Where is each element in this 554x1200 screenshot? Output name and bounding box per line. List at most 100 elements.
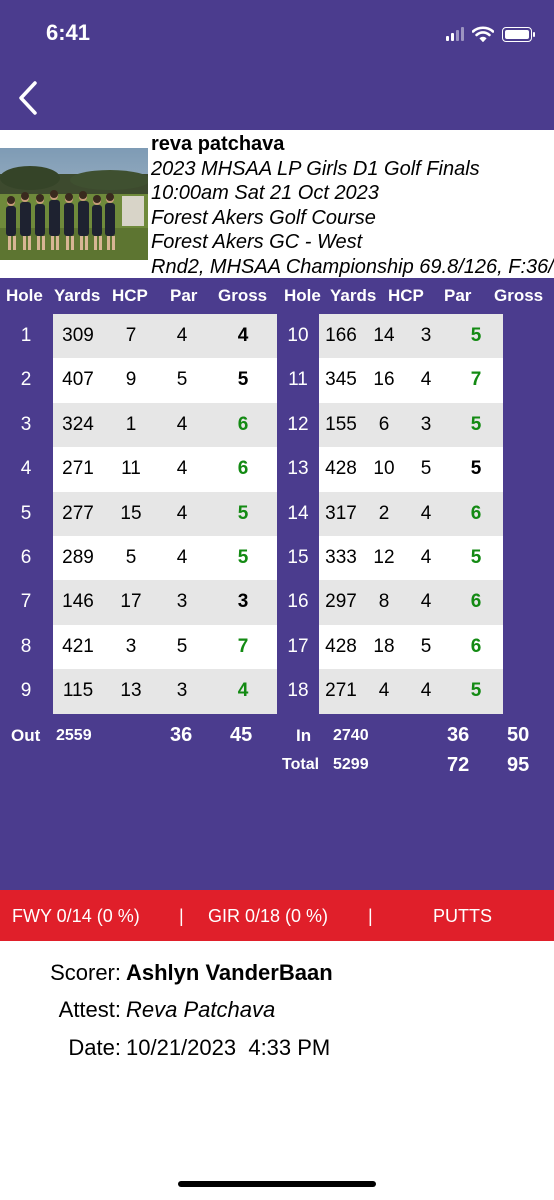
- hole-yards: 421: [62, 635, 94, 657]
- hole-number: 8: [20, 635, 32, 657]
- event-datetime: 10:00am Sat 21 Oct 2023: [151, 182, 379, 204]
- hole-row[interactable]: 271 4 4 5: [319, 669, 503, 714]
- scorecard-signoff: Scorer: Ashlyn VanderBaan Attest: Reva P…: [0, 941, 554, 1200]
- total-gross: 95: [507, 754, 530, 776]
- hole-yards: 166: [325, 325, 357, 346]
- hole-gross: 7: [237, 635, 249, 657]
- hole-yards: 428: [325, 458, 357, 480]
- hole-gross: 5: [237, 502, 249, 524]
- hole-row[interactable]: 317 2 4 6: [319, 491, 503, 536]
- hole-gross: 3: [237, 591, 249, 613]
- hole-row[interactable]: 289 5 4 5: [53, 535, 277, 581]
- hole-number: 13: [287, 458, 309, 480]
- hole-row[interactable]: 407 9 5 5: [53, 358, 277, 403]
- scorer-name: Ashlyn VanderBaan: [126, 960, 333, 985]
- hole-row[interactable]: 324 1 4 6: [53, 402, 277, 448]
- hole-hcp: 14: [373, 325, 395, 346]
- hole-gross: 5: [237, 546, 249, 568]
- hole-gross: 6: [237, 458, 249, 480]
- hole-hcp: 18: [373, 635, 395, 657]
- status-icons: [446, 24, 535, 44]
- back-button[interactable]: [8, 76, 48, 120]
- hole-number: 6: [20, 547, 32, 568]
- hole-hcp: 4: [378, 680, 390, 702]
- hole-gross: 6: [237, 413, 249, 435]
- col-header-yards-back: Yards: [330, 286, 377, 305]
- hole-hcp: 2: [378, 502, 390, 524]
- in-par: 36: [447, 724, 470, 746]
- hole-hcp: 13: [120, 680, 142, 702]
- putts-tab[interactable]: PUTTS: [433, 906, 492, 927]
- hole-hcp: 17: [120, 591, 142, 613]
- hole-row[interactable]: 277 15 4 5: [53, 491, 277, 536]
- in-yards: 2740: [333, 727, 369, 744]
- hole-par: 3: [420, 413, 432, 435]
- out-gross: 45: [230, 724, 253, 746]
- col-header-hole: Hole: [6, 286, 43, 305]
- signoff-date: 10/21/2023 4:33 PM: [126, 1035, 331, 1060]
- hole-hcp: 7: [125, 325, 137, 346]
- hole-number: 10: [287, 325, 309, 346]
- hole-row[interactable]: 115 13 3 4: [53, 669, 277, 714]
- out-yards: 2559: [56, 727, 92, 744]
- total-par: 72: [447, 754, 470, 776]
- hole-number: 15: [287, 547, 309, 568]
- hole-par: 4: [420, 502, 432, 524]
- hole-number: 14: [287, 502, 309, 524]
- round-header: reva patchava 2023 MHSAA LP Girls D1 Gol…: [0, 130, 554, 278]
- hole-row[interactable]: 166 14 3 5: [319, 314, 503, 359]
- nav-bar: [0, 70, 554, 130]
- hole-par: 4: [176, 458, 188, 480]
- hole-row[interactable]: 421 3 5 7: [53, 624, 277, 670]
- col-header-par-back: Par: [444, 286, 472, 305]
- hole-row[interactable]: 146 17 3 3: [53, 580, 277, 625]
- course-name: Forest Akers Golf Course: [151, 206, 376, 229]
- hole-number: 2: [20, 369, 32, 391]
- status-time: 6:41: [46, 20, 91, 45]
- player-name: reva patchava: [151, 133, 285, 155]
- hole-number: 5: [20, 502, 32, 524]
- hole-row[interactable]: 428 18 5 6: [319, 624, 503, 670]
- attest-label: Attest:: [58, 997, 121, 1022]
- col-header-gross: Gross: [218, 286, 268, 305]
- hole-par: 3: [176, 680, 188, 702]
- hole-yards: 277: [62, 502, 94, 524]
- hole-par: 3: [420, 325, 432, 346]
- hole-hcp: 11: [121, 458, 141, 480]
- hole-yards: 309: [62, 325, 94, 346]
- hole-par: 4: [176, 325, 188, 346]
- hole-par: 4: [420, 680, 432, 702]
- fairways-stat[interactable]: FWY 0/14 (0 %): [12, 906, 140, 927]
- hole-number: 1: [20, 325, 32, 346]
- greens-stat[interactable]: GIR 0/18 (0 %): [208, 906, 328, 927]
- hole-number: 17: [287, 635, 309, 657]
- hole-hcp: 1: [125, 413, 137, 435]
- col-header-gross-back: Gross: [494, 286, 544, 305]
- hole-yards: 271: [325, 680, 357, 702]
- hole-row[interactable]: 428 10 5 5: [319, 447, 503, 492]
- hole-hcp: 3: [125, 635, 137, 657]
- hole-row[interactable]: 271 11 4 6: [53, 447, 277, 492]
- hole-gross: 4: [237, 680, 249, 702]
- stats-separator: |: [368, 906, 373, 926]
- hole-number: 4: [20, 458, 32, 480]
- hole-hcp: 5: [125, 546, 137, 568]
- hole-par: 4: [176, 502, 188, 524]
- hole-yards: 146: [62, 591, 94, 613]
- hole-row[interactable]: 155 6 3 5: [319, 402, 503, 448]
- back-nine-table: 166 14 3 5 345 16 4 7 155 6 3 5 428 10 5 5 317 2 4 6 333 12 4 5…: [319, 314, 503, 714]
- hole-par: 4: [420, 591, 432, 613]
- hole-row[interactable]: 333 12 4 5: [319, 535, 503, 581]
- scorer-label: Scorer:: [50, 960, 121, 985]
- round-details: reva patchava 2023 MHSAA LP Girls D1 Gol…: [151, 132, 554, 278]
- hole-gross: 4: [237, 325, 249, 346]
- col-header-par: Par: [170, 286, 198, 305]
- hole-number: 16: [287, 591, 309, 613]
- hole-yards: 345: [325, 369, 357, 391]
- hole-row[interactable]: 297 8 4 6: [319, 580, 503, 625]
- hole-hcp: 9: [125, 369, 137, 391]
- hole-yards: 289: [62, 546, 94, 568]
- hole-row[interactable]: 345 16 4 7: [319, 358, 503, 403]
- hole-hcp: 12: [373, 546, 395, 568]
- hole-row[interactable]: 309 7 4 4: [53, 314, 277, 359]
